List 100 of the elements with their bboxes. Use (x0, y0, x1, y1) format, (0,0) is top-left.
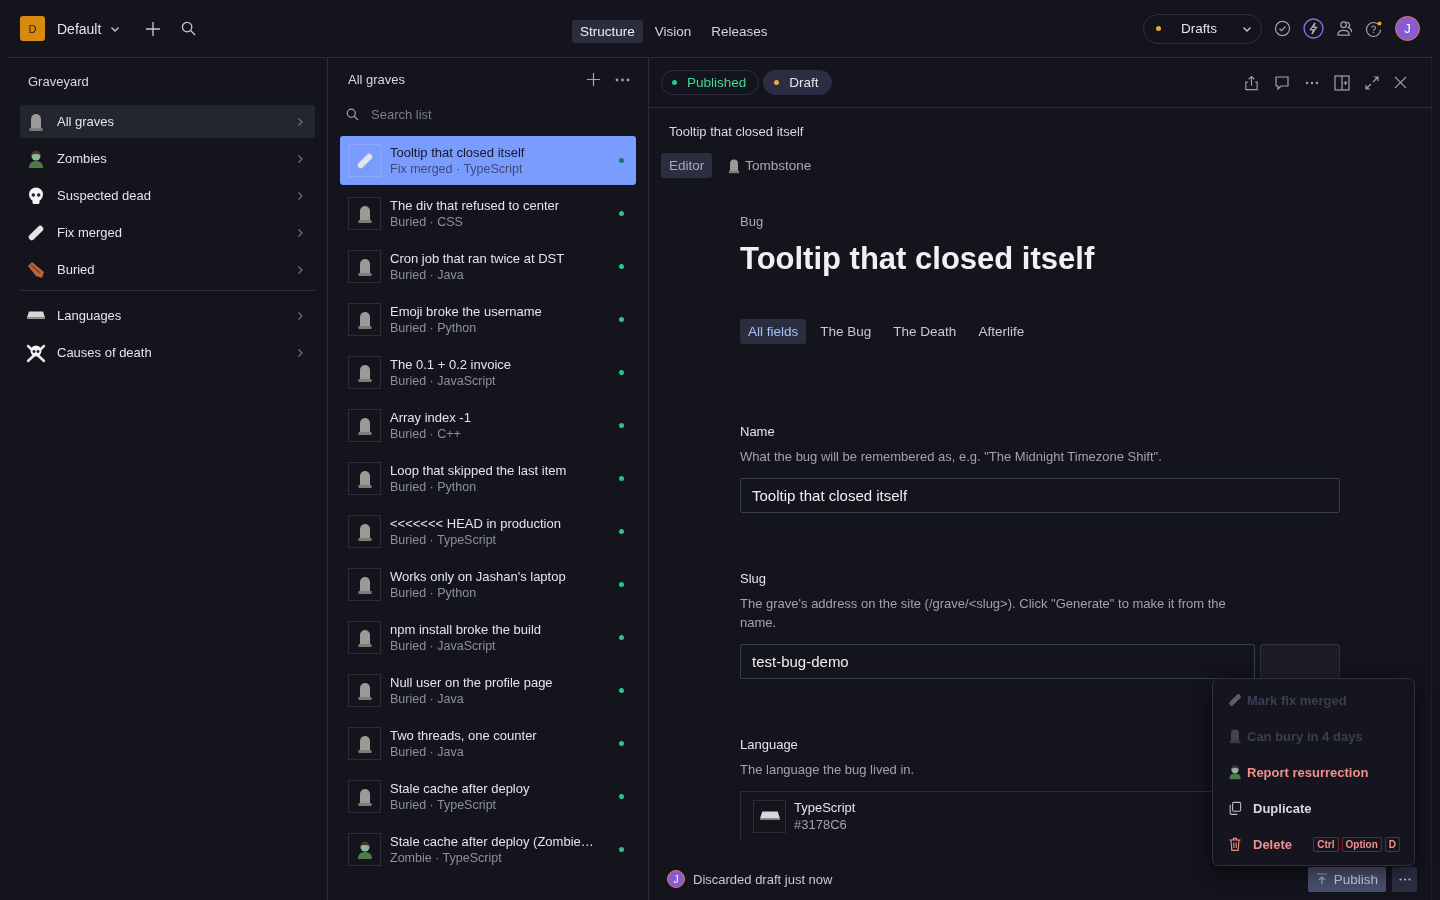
document-title: Tooltip that closed itself (668, 124, 805, 139)
item-subtitle: Buried · Java (390, 692, 465, 706)
list-item[interactable]: Loop that skipped the last item Buried · Python (340, 454, 636, 503)
view-tab[interactable]: Editor (661, 153, 713, 178)
sidebar-item[interactable]: Causes of death (20, 336, 315, 369)
list-item[interactable]: Stale cache after deploy Buried · TypeScript (340, 772, 636, 821)
sidebar-item[interactable]: All graves (20, 105, 315, 138)
sidebar-title: Graveyard (27, 74, 90, 89)
duplicate-icon (1227, 800, 1243, 816)
shortcut-key: Option (1341, 836, 1382, 852)
more-icon[interactable] (1305, 80, 1319, 85)
list-item[interactable]: Array index -1 Buried · C++ (340, 401, 636, 450)
field-group-tab[interactable]: The Bug (812, 319, 880, 344)
status-dot (619, 794, 624, 799)
expand-icon[interactable] (1365, 75, 1379, 90)
item-subtitle: Buried · CSS (390, 215, 464, 229)
keyboard-icon (758, 811, 781, 821)
item-title: Loop that skipped the last item (390, 463, 568, 478)
status-dot (619, 847, 624, 852)
list-item[interactable]: Cron job that ran twice at DST Buried · Java (340, 242, 636, 291)
chevron-right-icon (295, 347, 305, 358)
version-pill[interactable]: Draft (763, 70, 832, 95)
field-group-tab[interactable]: All fields (740, 319, 807, 344)
item-subtitle: Buried · Java (390, 268, 465, 282)
comment-icon[interactable] (1274, 74, 1290, 91)
item-subtitle: Buried · C++ (390, 427, 462, 441)
item-subtitle: Buried · TypeScript (390, 533, 498, 547)
list-item[interactable]: Stale cache after deploy (Zombie… Zombie · TypeScript (340, 825, 636, 874)
chevron-right-icon (295, 227, 305, 238)
field-description: What the bug will be remembered as, e.g. "The Midnight Timezone Shift". (740, 448, 1162, 466)
more-button[interactable] (1392, 866, 1417, 892)
more-icon (1398, 877, 1411, 881)
item-subtitle: Buried · Python (390, 586, 478, 600)
field-group-tab[interactable]: Afterlife (970, 319, 1033, 344)
search-icon[interactable] (181, 21, 197, 36)
lightning-icon[interactable] (1303, 18, 1324, 39)
sidebar-item[interactable]: Fix merged (20, 216, 315, 249)
more-icon[interactable] (615, 77, 630, 82)
item-title: <<<<<<< HEAD in production (390, 516, 562, 531)
text-field[interactable]: Tooltip that closed itself (740, 478, 1340, 513)
view-tab[interactable]: Tombstone (718, 153, 820, 178)
nav-tab[interactable]: Releases (703, 20, 776, 43)
list-item[interactable]: Null user on the profile page Buried · Java (340, 666, 636, 715)
list-item[interactable]: npm install broke the build Buried · JavaScript (340, 613, 636, 662)
help-icon[interactable] (1365, 19, 1383, 38)
list-item[interactable]: Two threads, one counter Buried · Java (340, 719, 636, 768)
sidebar-item[interactable]: Buried (20, 253, 315, 286)
nav-tab[interactable]: Vision (646, 20, 700, 43)
field-description: The grave's address on the site (/grave/<slug>). Click "Generate" to make it from the name. (740, 595, 1227, 632)
trash-icon (1227, 836, 1243, 852)
users-icon[interactable] (1336, 20, 1353, 37)
field-label: Name (740, 424, 775, 439)
item-title: Tooltip that closed itself (390, 145, 526, 160)
status-dot (619, 582, 624, 587)
chevron-right-icon (295, 310, 305, 321)
item-title: Two threads, one counter (390, 728, 538, 743)
share-icon[interactable] (1244, 74, 1259, 91)
menu-item[interactable]: Report resurrection (1213, 754, 1414, 790)
list-item[interactable]: Emoji broke the username Buried · Python (340, 295, 636, 344)
zombie-icon (1227, 764, 1243, 780)
zombie-icon (26, 148, 46, 169)
item-title: Stale cache after deploy (Zombie… (390, 834, 595, 849)
list-item[interactable]: The 0.1 + 0.2 invoice Buried · JavaScript (340, 348, 636, 397)
nav-tab[interactable]: Structure (572, 20, 643, 43)
plus-icon[interactable] (586, 72, 601, 87)
field-description: The language the bug lived in. (740, 761, 915, 779)
item-title: Array index -1 (390, 410, 472, 425)
list-item[interactable]: <<<<<<< HEAD in production Buried · TypeScript (340, 507, 636, 556)
status-dot (619, 370, 624, 375)
status-dot (619, 688, 624, 693)
sidebar-item[interactable]: Suspected dead (20, 179, 315, 212)
publish-button[interactable]: Publish (1307, 866, 1386, 892)
search-field[interactable]: Search list (369, 105, 573, 123)
check-circle-icon[interactable] (1274, 20, 1291, 37)
workspace-badge[interactable]: D (20, 16, 45, 41)
reference-subtitle: #3178C6 (794, 817, 847, 832)
slug-field[interactable]: test-bug-demo (740, 644, 1255, 679)
status-dot (619, 635, 624, 640)
field-group-tab[interactable]: The Death (885, 319, 965, 344)
list-item[interactable]: Works only on Jashan's laptop Buried · Python (340, 560, 636, 609)
item-subtitle: Buried · TypeScript (390, 798, 498, 812)
status-dot (619, 423, 624, 428)
sidebar-item[interactable]: Languages (20, 299, 315, 332)
sidebar-item[interactable]: Zombies (20, 142, 315, 175)
item-subtitle: Buried · Python (390, 321, 478, 335)
skull-icon (26, 185, 46, 206)
close-icon[interactable] (1394, 76, 1407, 89)
plus-icon[interactable] (145, 20, 162, 37)
item-title: Null user on the profile page (390, 675, 554, 690)
search-icon (346, 107, 359, 121)
list-item[interactable]: The div that refused to center Buried · CSS (340, 189, 636, 238)
keyboard-icon (26, 311, 46, 320)
list-item[interactable]: Tooltip that closed itself Fix merged · TypeScript (340, 136, 636, 185)
chevron-right-icon (295, 190, 305, 201)
list-title: All graves (347, 72, 407, 87)
user-avatar[interactable]: J (1395, 16, 1420, 41)
item-subtitle: Buried · JavaScript (390, 374, 497, 388)
item-subtitle: Zombie · TypeScript (390, 851, 503, 865)
split-pane-icon[interactable] (1334, 74, 1350, 91)
workspace-switcher[interactable]: Default (57, 20, 122, 37)
